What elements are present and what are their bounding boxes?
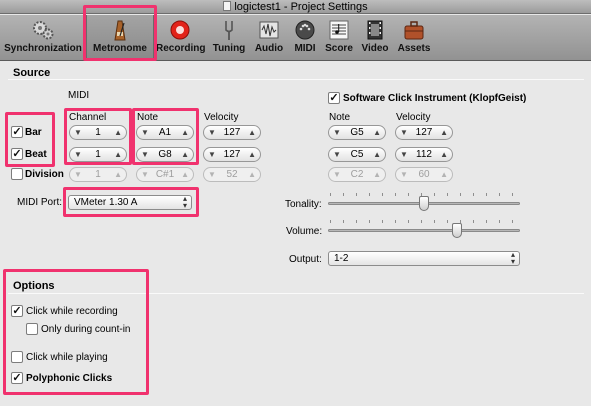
midi-port-popup[interactable]: VMeter 1.30 A ▴ ▾: [68, 195, 192, 210]
polyphonic-clicks-label: Polyphonic Clicks: [26, 373, 113, 384]
video-icon: [367, 20, 383, 40]
click-while-recording-label: Click while recording: [26, 306, 118, 317]
assets-icon: [404, 21, 424, 40]
click-while-playing-checkbox[interactable]: [11, 351, 23, 363]
tonality-label: Tonality:: [285, 199, 322, 210]
record-icon: [170, 20, 190, 40]
increment-arrow-icon[interactable]: ▲: [248, 127, 256, 139]
document-icon: [223, 1, 232, 11]
output-label: Output:: [289, 254, 322, 265]
midi-port-label: MIDI Port:: [17, 197, 63, 208]
metronome-icon: [114, 20, 126, 41]
project-settings-window: logictest1 - Project Settings Synchroniz…: [0, 0, 591, 406]
bar-velocity-stepper[interactable]: ▼ 127 ▲: [203, 125, 261, 140]
tab-synchronization[interactable]: Synchronization: [4, 15, 82, 61]
increment-arrow-icon[interactable]: ▲: [373, 127, 381, 139]
tab-audio[interactable]: Audio: [252, 15, 286, 61]
options-section-title: Options: [13, 280, 55, 292]
increment-arrow-icon[interactable]: ▲: [248, 149, 256, 161]
increment-arrow-icon[interactable]: ▲: [373, 169, 381, 181]
beat-sw-note-stepper[interactable]: ▼ C5 ▲: [328, 147, 386, 162]
sw-note-header: Note: [329, 112, 351, 123]
bar-channel-stepper[interactable]: ▼ 1 ▲: [69, 125, 127, 140]
only-during-count-in-checkbox[interactable]: [26, 323, 38, 335]
beat-label: Beat: [25, 149, 47, 160]
increment-arrow-icon[interactable]: ▲: [114, 149, 122, 161]
window-title: logictest1 - Project Settings: [234, 1, 368, 13]
tab-assets[interactable]: Assets: [395, 15, 433, 61]
division-note-stepper[interactable]: ▼ C#1 ▲: [136, 167, 194, 182]
division-checkbox[interactable]: [11, 168, 23, 180]
bar-sw-note-stepper[interactable]: ▼ G5 ▲: [328, 125, 386, 140]
source-section-title: Source: [13, 67, 51, 79]
output-popup[interactable]: 1-2 ▴ ▾: [328, 251, 520, 266]
software-click-label: Software Click Instrument (KlopfGeist): [343, 93, 527, 104]
bar-checkbox[interactable]: ✓: [11, 126, 23, 138]
increment-arrow-icon[interactable]: ▲: [440, 169, 448, 181]
title-bar: logictest1 - Project Settings: [0, 0, 591, 14]
increment-arrow-icon[interactable]: ▲: [440, 149, 448, 161]
division-sw-velocity-stepper[interactable]: ▼ 60 ▲: [395, 167, 453, 182]
beat-sw-velocity-stepper[interactable]: ▼ 112 ▲: [395, 147, 453, 162]
options-separator: [8, 293, 584, 294]
software-click-checkbox[interactable]: ✓: [328, 92, 340, 104]
click-while-playing-label: Click while playing: [26, 352, 108, 363]
source-separator: [8, 79, 584, 80]
midi-heading: MIDI: [68, 90, 90, 101]
click-while-recording-checkbox[interactable]: ✓: [11, 305, 23, 317]
increment-arrow-icon[interactable]: ▲: [373, 149, 381, 161]
increment-arrow-icon[interactable]: ▲: [114, 169, 122, 181]
popup-arrows-icon: ▴ ▾: [182, 194, 187, 210]
beat-note-stepper[interactable]: ▼ G8 ▲: [136, 147, 194, 162]
increment-arrow-icon[interactable]: ▲: [248, 169, 256, 181]
toolbar: Synchronization Metronome Recording Tuni…: [0, 15, 591, 61]
volume-ticks: [330, 220, 518, 223]
beat-velocity-stepper[interactable]: ▼ 127 ▲: [203, 147, 261, 162]
beat-checkbox[interactable]: ✓: [11, 148, 23, 160]
gears-icon: [33, 21, 54, 40]
sw-velocity-header: Velocity: [396, 112, 431, 123]
tab-video[interactable]: Video: [358, 15, 392, 61]
tab-recording[interactable]: Recording: [156, 15, 205, 61]
only-during-count-in-label: Only during count-in: [41, 324, 131, 335]
polyphonic-clicks-checkbox[interactable]: ✓: [11, 372, 23, 384]
popup-arrows-icon: ▴ ▾: [510, 250, 515, 266]
bar-sw-velocity-stepper[interactable]: ▼ 127 ▲: [395, 125, 453, 140]
beat-channel-stepper[interactable]: ▼ 1 ▲: [69, 147, 127, 162]
increment-arrow-icon[interactable]: ▲: [181, 127, 189, 139]
increment-arrow-icon[interactable]: ▲: [114, 127, 122, 139]
tab-metronome[interactable]: Metronome: [86, 15, 154, 61]
audio-icon: [259, 21, 279, 39]
division-sw-note-stepper[interactable]: ▼ C2 ▲: [328, 167, 386, 182]
increment-arrow-icon[interactable]: ▲: [181, 169, 189, 181]
tab-midi[interactable]: MIDI: [290, 15, 320, 61]
volume-slider-thumb[interactable]: [451, 223, 462, 238]
bar-label: Bar: [25, 127, 42, 138]
volume-slider[interactable]: [328, 229, 520, 232]
metronome-settings-pane: Source MIDI Channel Note Velocity ✓ Soft…: [0, 62, 591, 406]
midi-icon: [295, 20, 315, 40]
note-header: Note: [137, 112, 159, 123]
tab-score[interactable]: Score: [323, 15, 355, 61]
volume-label: Volume:: [286, 226, 323, 237]
division-label: Division: [25, 169, 64, 180]
increment-arrow-icon[interactable]: ▲: [440, 127, 448, 139]
tonality-slider-thumb[interactable]: [419, 196, 429, 211]
score-icon: [329, 20, 349, 40]
division-velocity-stepper[interactable]: ▼ 52 ▲: [203, 167, 261, 182]
tuning-fork-icon: [225, 21, 233, 40]
velocity-header: Velocity: [204, 112, 239, 123]
division-channel-stepper[interactable]: ▼ 1 ▲: [69, 167, 127, 182]
bar-note-stepper[interactable]: ▼ A1 ▲: [136, 125, 194, 140]
tab-tuning[interactable]: Tuning: [210, 15, 248, 61]
increment-arrow-icon[interactable]: ▲: [181, 149, 189, 161]
channel-header: Channel: [69, 112, 107, 123]
